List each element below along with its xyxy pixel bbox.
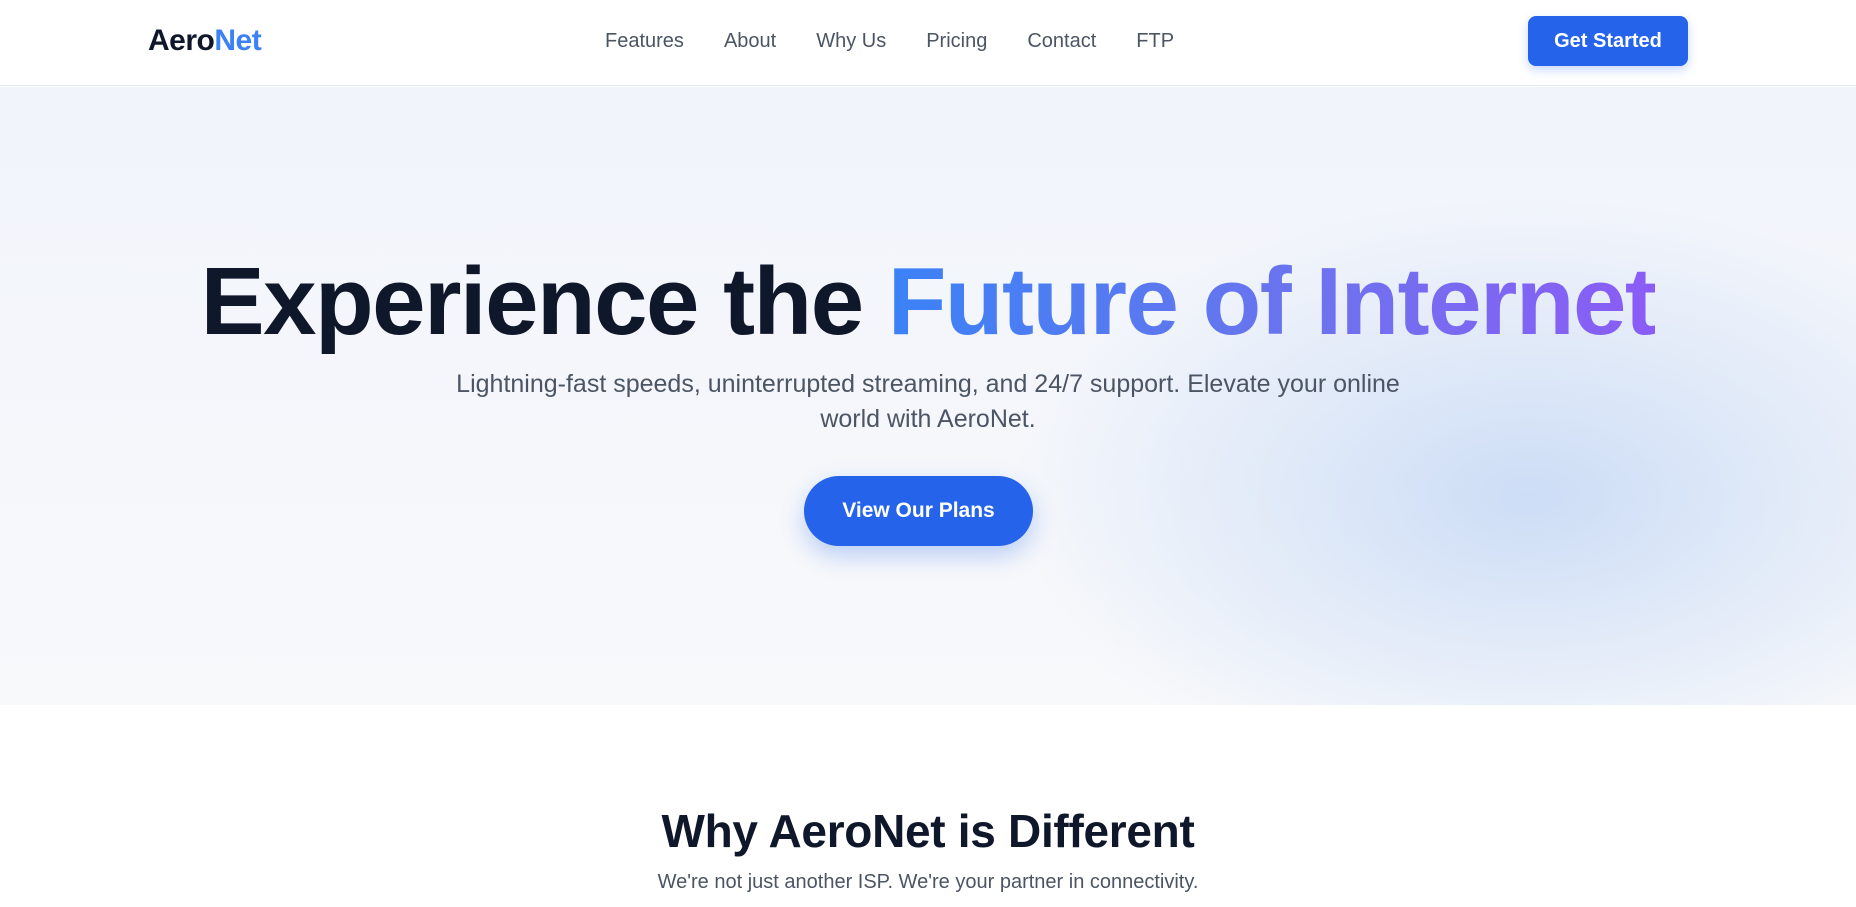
nav-link-features[interactable]: Features (605, 26, 684, 56)
logo-text-aero: Aero (148, 24, 215, 57)
site-header: AeroNet Features About Why Us Pricing Co… (0, 0, 1856, 86)
aeronet-logo[interactable]: AeroNet (148, 22, 262, 60)
nav-link-contact[interactable]: Contact (1027, 26, 1096, 56)
nav-link-pricing[interactable]: Pricing (926, 26, 987, 56)
hero-title-plain: Experience the (200, 248, 888, 355)
nav-link-about[interactable]: About (724, 26, 776, 56)
why-section-title: Why AeroNet is Different (661, 805, 1195, 857)
get-started-button[interactable]: Get Started (1528, 16, 1688, 66)
hero-title: Experience the Future of Internet (0, 247, 1856, 357)
hero-title-accent: Future of Internet (887, 248, 1657, 355)
why-section-subtitle: We're not just another ISP. We're your p… (657, 871, 1199, 893)
why-section: Why AeroNet is Different We're not just … (0, 705, 1856, 907)
main-nav: Features About Why Us Pricing Contact FT… (605, 26, 1174, 56)
view-plans-button[interactable]: View Our Plans (804, 476, 1033, 546)
hero-subtitle: Lightning-fast speeds, uninterrupted str… (456, 370, 1400, 433)
nav-link-why-us[interactable]: Why Us (816, 26, 886, 56)
nav-link-ftp[interactable]: FTP (1136, 26, 1174, 56)
logo-text-net: Net (214, 24, 262, 57)
hero-section: Experience the Future of Internet Lightn… (0, 87, 1856, 705)
